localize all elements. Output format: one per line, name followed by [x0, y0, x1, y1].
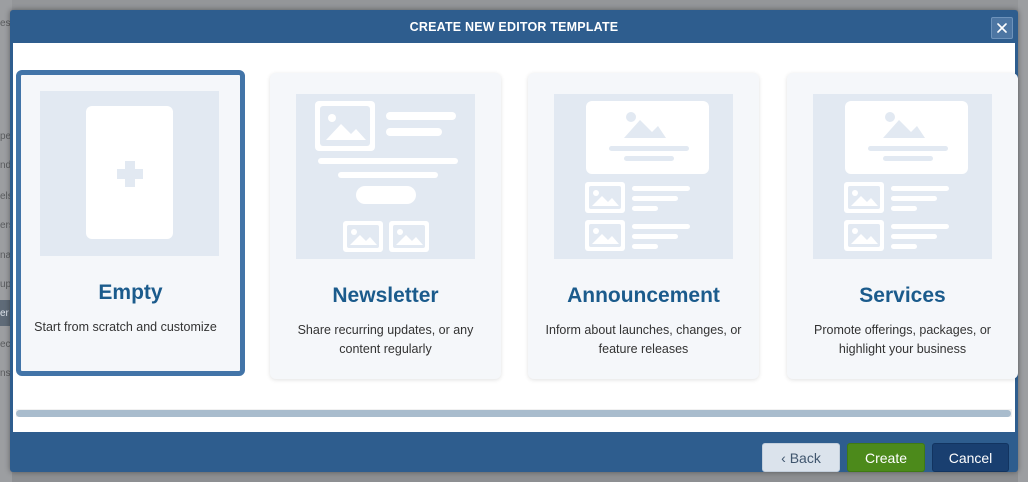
blank-page-plus-icon — [40, 91, 219, 256]
services-layout-icon — [813, 94, 992, 259]
background-fragment: es — [0, 18, 11, 29]
background-right-panel — [1018, 0, 1028, 482]
template-title: Empty — [98, 281, 163, 304]
template-description: Promote offerings, packages, or highligh… — [814, 323, 991, 356]
template-description: Inform about launches, changes, or featu… — [545, 323, 742, 356]
horizontal-scrollbar-thumb[interactable] — [16, 410, 1011, 417]
template-description: Start from scratch and customize — [34, 320, 217, 334]
background-fragment: er — [0, 308, 9, 319]
template-title: Announcement — [567, 284, 720, 307]
template-title: Services — [859, 284, 946, 307]
close-button[interactable] — [991, 17, 1013, 39]
dialog-body: Empty Start from scratch and customize N… — [13, 43, 1018, 432]
back-button[interactable]: ‹ Back — [762, 443, 840, 472]
horizontal-scrollbar[interactable] — [16, 409, 1012, 417]
dialog-title: CREATE NEW EDITOR TEMPLATE — [409, 19, 619, 34]
newsletter-layout-icon — [296, 94, 475, 259]
create-template-dialog: CREATE NEW EDITOR TEMPLATE Empty Start f… — [10, 10, 1018, 472]
template-card-list: Empty Start from scratch and customize N… — [16, 70, 1018, 379]
template-card-newsletter[interactable]: Newsletter Share recurring updates, or a… — [270, 73, 501, 379]
template-description: Share recurring updates, or any content … — [297, 323, 474, 356]
cancel-button[interactable]: Cancel — [932, 443, 1009, 472]
dialog-header: CREATE NEW EDITOR TEMPLATE — [10, 10, 1018, 43]
close-icon — [997, 23, 1007, 33]
template-card-services[interactable]: Services Promote offerings, packages, or… — [787, 73, 1018, 379]
template-card-empty[interactable]: Empty Start from scratch and customize — [16, 70, 245, 376]
template-card-announcement[interactable]: Announcement Inform about launches, chan… — [528, 73, 759, 379]
template-title: Newsletter — [332, 284, 439, 307]
create-button[interactable]: Create — [847, 443, 925, 472]
dialog-footer: ‹ Back Create Cancel — [10, 432, 1018, 472]
background-topbar — [0, 0, 1028, 10]
announcement-layout-icon — [554, 94, 733, 259]
